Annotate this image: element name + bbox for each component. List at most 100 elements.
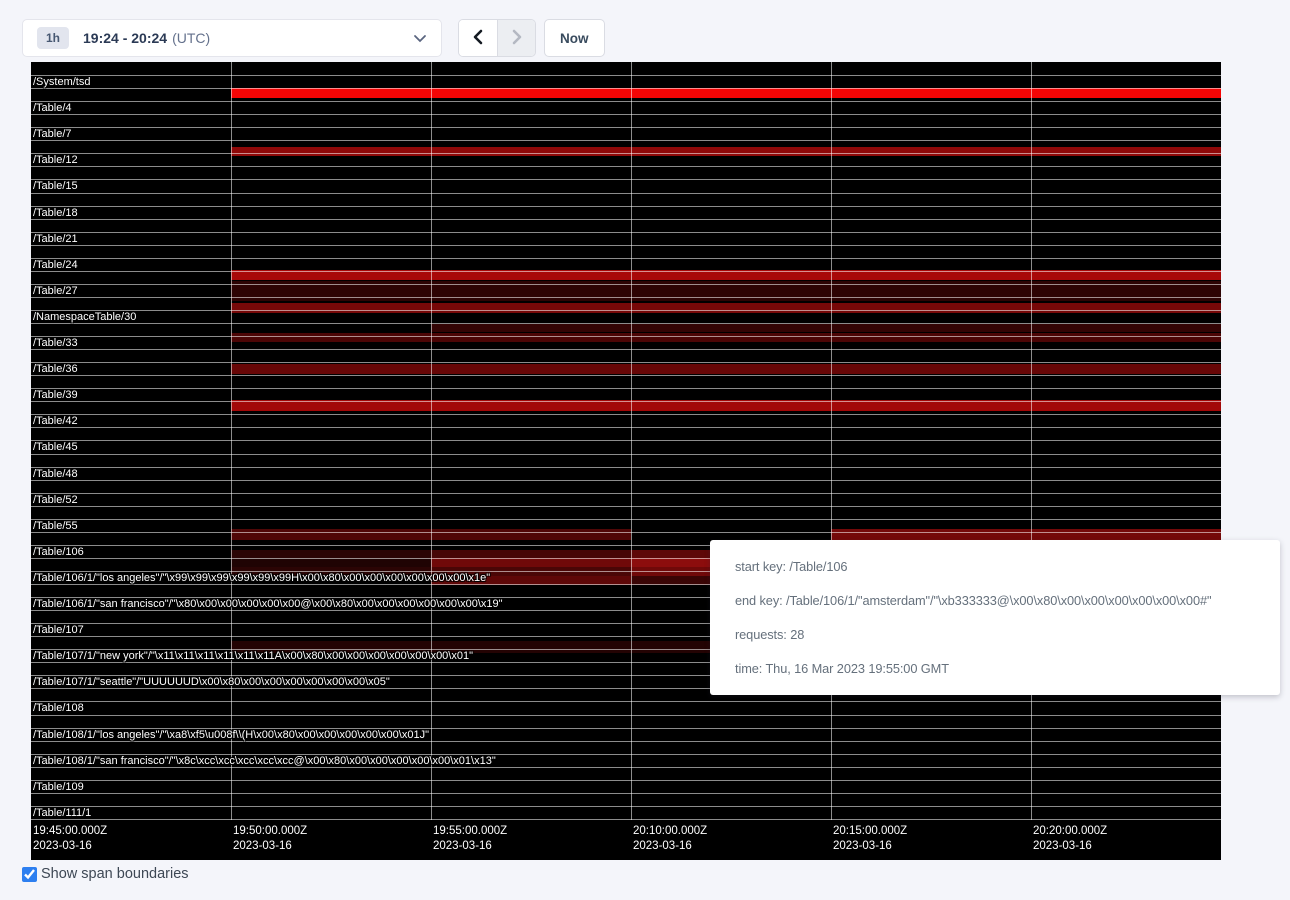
span-boundary-line: [31, 245, 1221, 246]
row-label: /Table/33: [33, 338, 78, 349]
span-boundary-line: [31, 454, 1221, 455]
span-boundary-line: [31, 780, 1221, 781]
span-boundary-line: [31, 532, 1221, 533]
time-range-timezone: (UTC): [172, 30, 210, 46]
time-bucket-line: [1031, 62, 1032, 820]
x-axis-tick-time: 19:50:00.000Z: [233, 824, 307, 839]
span-boundary-line: [31, 741, 1221, 742]
row-label: /Table/106: [33, 547, 84, 558]
span-boundary-line: [31, 480, 1221, 481]
heat-band[interactable]: [231, 147, 1221, 156]
span-boundary-line: [31, 362, 1221, 363]
x-axis-tick-date: 2023-03-16: [233, 839, 307, 854]
row-label: /Table/48: [33, 469, 78, 480]
row-label: /Table/106/1/"los angeles"/"\x99\x99\x99…: [33, 573, 490, 584]
row-label: /Table/4: [33, 103, 72, 114]
span-boundary-line: [31, 519, 1221, 520]
heat-band[interactable]: [631, 558, 711, 567]
span-boundary-line: [31, 715, 1221, 716]
hover-tooltip: start key: /Table/106 end key: /Table/10…: [710, 540, 1280, 695]
heat-band[interactable]: [231, 333, 1221, 342]
prev-time-button[interactable]: [459, 20, 497, 56]
show-span-boundaries-control: Show span boundaries: [22, 866, 189, 882]
row-label: /Table/15: [33, 181, 78, 192]
span-boundary-line: [31, 493, 1221, 494]
x-axis-tick-time: 20:20:00.000Z: [1033, 824, 1107, 839]
time-range-selector[interactable]: 1h 19:24 - 20:24 (UTC): [22, 19, 442, 57]
tooltip-end-key: end key: /Table/106/1/"amsterdam"/"\xb33…: [735, 593, 1255, 608]
span-boundary-line: [31, 375, 1221, 376]
row-label: /Table/18: [33, 208, 78, 219]
row-label: /Table/107/1/"seattle"/"UUUUUUD\x00\x80\…: [33, 677, 390, 688]
x-axis-tick: 19:50:00.000Z2023-03-16: [233, 824, 307, 854]
time-nav: [458, 19, 536, 57]
keyspace-heatmap[interactable]: /System/tsd/Table/4/Table/7/Table/12/Tab…: [31, 62, 1221, 860]
x-axis-tick-time: 20:10:00.000Z: [633, 824, 707, 839]
show-span-boundaries-label: Show span boundaries: [41, 866, 189, 882]
show-span-boundaries-checkbox[interactable]: [22, 867, 37, 882]
row-label: /Table/45: [33, 442, 78, 453]
chevron-right-icon: [511, 29, 523, 48]
span-boundary-line: [31, 166, 1221, 167]
span-boundary-line: [31, 349, 1221, 350]
now-button[interactable]: Now: [544, 19, 605, 57]
x-axis-tick: 19:45:00.000Z2023-03-16: [33, 824, 107, 854]
time-bucket-line: [431, 62, 432, 820]
time-bucket-line: [231, 62, 232, 820]
span-boundary-line: [31, 284, 1221, 285]
span-boundary-line: [31, 467, 1221, 468]
heat-band[interactable]: [231, 364, 1221, 374]
span-boundary-line: [31, 88, 1221, 89]
tooltip-start-key: start key: /Table/106: [735, 559, 1255, 574]
span-boundary-line: [31, 401, 1221, 402]
x-axis-tick-date: 2023-03-16: [433, 839, 507, 854]
heat-band[interactable]: [431, 550, 631, 558]
x-axis-tick: 20:20:00.000Z2023-03-16: [1033, 824, 1107, 854]
row-label: /Table/21: [33, 234, 78, 245]
span-boundary-line: [31, 75, 1221, 76]
heat-band[interactable]: [231, 558, 431, 567]
x-axis-tick-date: 2023-03-16: [33, 839, 107, 854]
heat-band[interactable]: [831, 529, 1221, 540]
span-boundary-line: [31, 271, 1221, 272]
x-axis-tick-time: 19:55:00.000Z: [433, 824, 507, 839]
span-boundary-line: [31, 258, 1221, 259]
x-axis-tick: 20:10:00.000Z2023-03-16: [633, 824, 707, 854]
span-boundary-line: [31, 388, 1221, 389]
time-range-text: 19:24 - 20:24: [83, 30, 167, 46]
next-time-button[interactable]: [497, 20, 535, 56]
x-axis-tick: 19:55:00.000Z2023-03-16: [433, 824, 507, 854]
row-label: /Table/24: [33, 260, 78, 271]
x-axis-tick-time: 19:45:00.000Z: [33, 824, 107, 839]
span-boundary-line: [31, 114, 1221, 115]
span-boundary-line: [31, 140, 1221, 141]
time-bucket-line: [631, 62, 632, 820]
row-label: /NamespaceTable/30: [33, 312, 136, 323]
span-boundary-line: [31, 767, 1221, 768]
span-boundary-line: [31, 310, 1221, 311]
span-boundary-line: [31, 127, 1221, 128]
span-boundary-line: [31, 206, 1221, 207]
heat-band[interactable]: [231, 88, 1221, 98]
span-boundary-line: [31, 440, 1221, 441]
span-boundary-line: [31, 232, 1221, 233]
span-boundary-line: [31, 819, 1221, 820]
chevron-left-icon: [472, 29, 484, 48]
span-boundary-line: [31, 414, 1221, 415]
row-label: /Table/107: [33, 625, 84, 636]
row-label: /Table/107/1/"new york"/"\x11\x11\x11\x1…: [33, 651, 473, 662]
heat-band[interactable]: [631, 550, 711, 558]
span-boundary-line: [31, 806, 1221, 807]
row-label: /Table/12: [33, 155, 78, 166]
heat-band[interactable]: [431, 324, 1221, 332]
heat-band[interactable]: [431, 558, 631, 567]
key-visualizer-page: 1h 19:24 - 20:24 (UTC) Now /System/tsd/T…: [0, 0, 1290, 900]
span-boundary-line: [31, 193, 1221, 194]
chevron-down-icon: [413, 34, 427, 43]
heat-band[interactable]: [231, 303, 1221, 313]
span-boundary-line: [31, 297, 1221, 298]
x-axis-tick-date: 2023-03-16: [633, 839, 707, 854]
row-label: /Table/108: [33, 703, 84, 714]
span-boundary-line: [31, 179, 1221, 180]
heat-band[interactable]: [231, 550, 431, 558]
